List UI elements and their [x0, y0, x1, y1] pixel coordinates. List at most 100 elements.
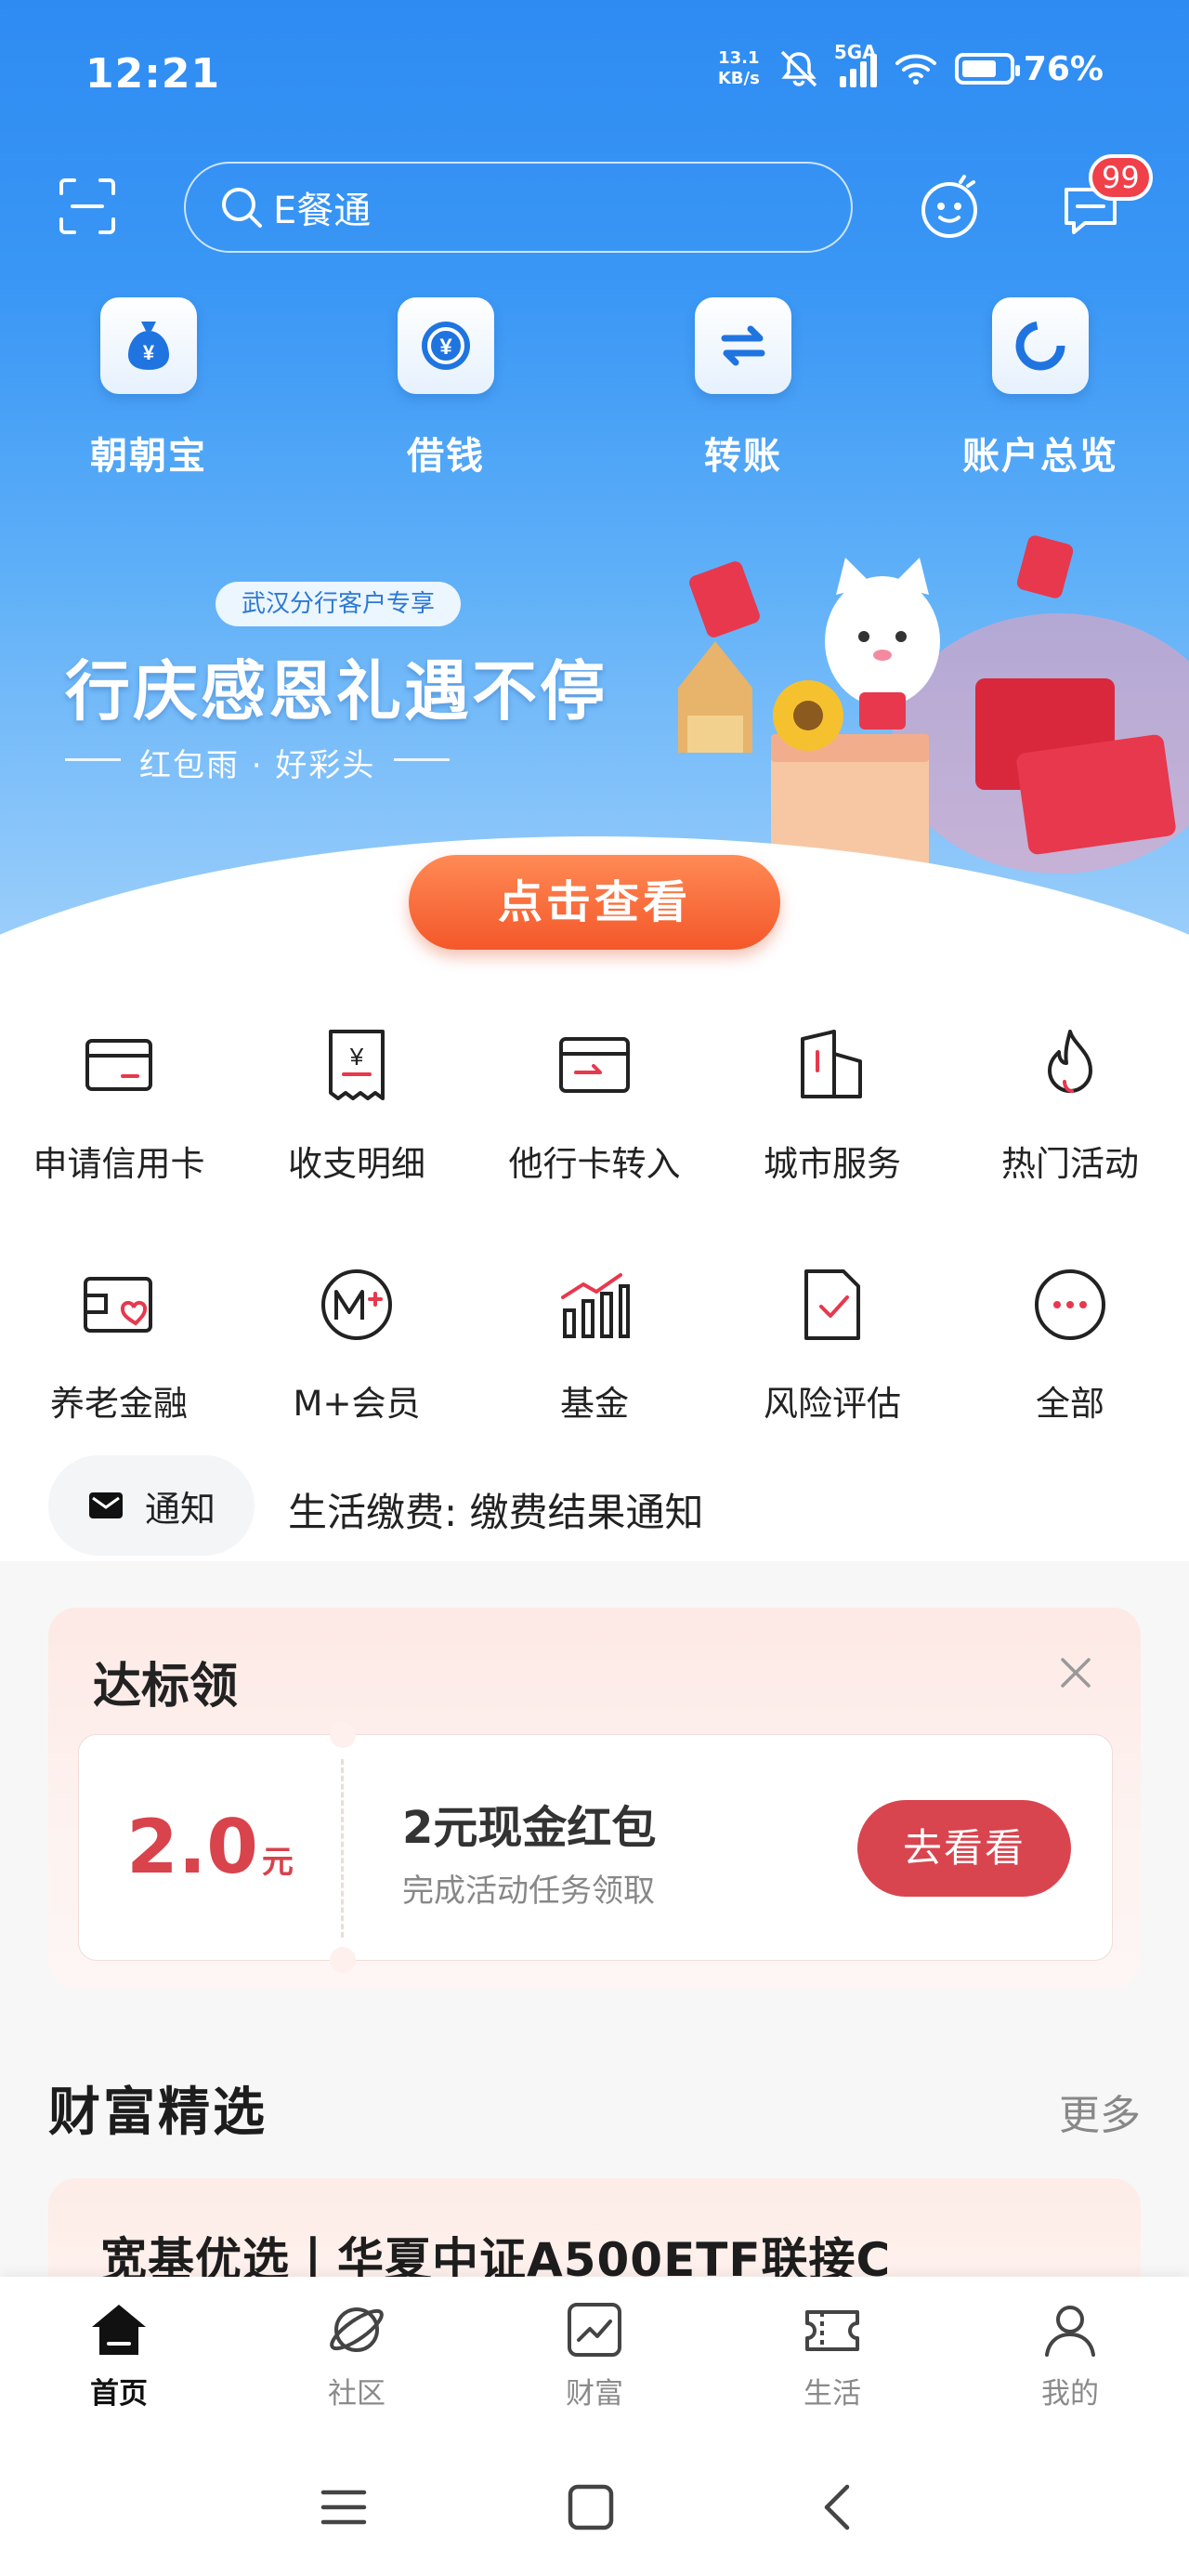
nav-item-mine[interactable]: 我的	[951, 2299, 1189, 2412]
quick-entry-label: 转账	[704, 435, 782, 478]
coupon-amount-value: 2.0	[126, 1804, 258, 1890]
feature-hot-activities[interactable]: 热门活动	[951, 1026, 1189, 1186]
status-icons: 13.1 KB/s 5GA 76%	[718, 41, 1104, 89]
checklist-icon	[804, 1269, 860, 1340]
quick-entry-zhaozhaobao[interactable]: ¥ 朝朝宝	[37, 297, 260, 480]
notice-text[interactable]: 生活缴费: 缴费结果通知	[288, 1481, 704, 1538]
quick-entry-label: 朝朝宝	[90, 435, 207, 478]
feature-label: 热门活动	[1001, 1144, 1139, 1184]
promo-view-button[interactable]: 点击查看	[409, 855, 780, 950]
home-icon	[92, 2305, 146, 2355]
scan-icon[interactable]	[58, 177, 117, 236]
feature-label: M+会员	[293, 1384, 421, 1424]
network-speed-value: 13.1	[718, 48, 760, 68]
pension-card-icon	[84, 1277, 152, 1333]
nav-label: 财富	[566, 2377, 623, 2411]
credit-card-icon	[85, 1039, 152, 1091]
promo-title[interactable]: 行庆感恩礼遇不停	[65, 639, 608, 733]
coupon-view-button[interactable]: 去看看	[857, 1800, 1071, 1897]
wealth-more-link[interactable]: 更多	[1059, 2082, 1141, 2141]
feature-label: 收支明细	[288, 1144, 425, 1184]
back-icon[interactable]	[810, 2479, 866, 2535]
pie-ring-icon	[1015, 321, 1065, 371]
feature-income-expense[interactable]: ¥ 收支明细	[238, 1026, 476, 1186]
quick-entry-borrow[interactable]: ¥ 借钱	[334, 297, 557, 480]
mute-bell-icon	[780, 50, 817, 87]
search-icon	[222, 188, 262, 228]
nav-label: 首页	[90, 2377, 148, 2411]
coupon-amount: 2.0 元	[79, 1804, 341, 1890]
feature-city-services[interactable]: 城市服务	[713, 1026, 951, 1186]
feature-other-bank-transfer-in[interactable]: 他行卡转入	[476, 1026, 713, 1186]
status-bar: 12:21 13.1 KB/s 5GA 76%	[0, 0, 1189, 149]
bottom-nav: 首页 社区 财富 生活 我的	[0, 2277, 1189, 2433]
nav-label: 我的	[1041, 2377, 1099, 2411]
envelope-icon	[88, 1492, 123, 1518]
feature-label: 风险评估	[764, 1384, 901, 1424]
network-speed-unit: KB/s	[717, 69, 760, 88]
feature-fund[interactable]: 基金	[476, 1266, 713, 1426]
battery-indicator: 76%	[954, 50, 1104, 88]
svg-text:¥: ¥	[143, 341, 155, 364]
wealth-title: 财富精选	[48, 2083, 268, 2143]
reward-card: 达标领 2.0 元 2元现金红包 完成活动任务领取 去看看	[48, 1608, 1141, 1989]
quick-entry-transfer[interactable]: 转账	[632, 297, 855, 480]
assistant-icon[interactable]	[916, 175, 983, 242]
feature-label: 申请信用卡	[33, 1144, 205, 1184]
notice-bar[interactable]: 通知 生活缴费: 缴费结果通知	[0, 1450, 1189, 1561]
notice-label: 通知	[144, 1488, 216, 1530]
feature-label: 基金	[560, 1384, 629, 1424]
transfer-arrows-icon	[721, 325, 765, 366]
bar-chart-icon	[561, 1273, 630, 1338]
money-bag-icon: ¥	[128, 322, 169, 370]
network-speed: 13.1 KB/s	[718, 48, 760, 89]
nav-item-wealth[interactable]: 财富	[476, 2299, 713, 2412]
feature-apply-credit-card[interactable]: 申请信用卡	[0, 1026, 238, 1186]
notice-pill: 通知	[48, 1455, 255, 1556]
nav-label: 生活	[804, 2377, 861, 2411]
reward-title: 达标领	[93, 1659, 239, 1715]
wealth-section-header: 财富精选 更多	[0, 2044, 1189, 2156]
status-time: 12:21	[85, 50, 221, 98]
network-type: 5GA	[833, 41, 877, 63]
svg-text:¥: ¥	[349, 1043, 364, 1071]
message-badge: 99	[1089, 154, 1153, 201]
card-transfer-icon	[559, 1037, 630, 1093]
menu-icon[interactable]	[316, 2479, 372, 2535]
quick-entry-label: 账户总览	[962, 435, 1118, 478]
more-dots-icon	[1035, 1269, 1105, 1340]
nav-item-community[interactable]: 社区	[238, 2299, 476, 2412]
coupon-amount-unit: 元	[261, 1844, 294, 1881]
coupon-description: 完成活动任务领取	[402, 1873, 655, 1910]
close-icon[interactable]	[1055, 1652, 1096, 1693]
feature-risk-assessment[interactable]: 风险评估	[713, 1266, 951, 1426]
nav-item-home[interactable]: 首页	[0, 2299, 238, 2412]
battery-icon	[954, 53, 1020, 85]
coupon-name: 2元现金红包	[402, 1802, 657, 1854]
quick-entries: ¥ 朝朝宝 ¥ 借钱 转账 账户总览	[0, 297, 1189, 493]
search-input[interactable]: E餐通	[184, 162, 853, 253]
promo-illustration[interactable]	[669, 502, 1189, 892]
promo-subtitle: 红包雨 · 好彩头	[64, 740, 451, 785]
home-square-icon[interactable]	[563, 2479, 619, 2535]
nav-item-life[interactable]: 生活	[713, 2299, 951, 2412]
hero-banner: 12:21 13.1 KB/s 5GA 76% E餐通 99 ¥ 朝朝宝 ¥ 借…	[0, 0, 1189, 966]
receipt-icon: ¥	[329, 1030, 385, 1100]
wifi-icon	[895, 54, 936, 85]
trend-chart-icon	[568, 2303, 621, 2357]
quick-entry-account-overview[interactable]: 账户总览	[929, 297, 1152, 480]
coupon[interactable]: 2.0 元 2元现金红包 完成活动任务领取 去看看	[78, 1722, 1113, 1973]
ticket-icon	[805, 2310, 859, 2351]
m-plus-icon	[321, 1269, 392, 1340]
feature-m-plus-member[interactable]: M+会员	[238, 1266, 476, 1426]
city-building-icon	[801, 1030, 862, 1098]
signal-icon: 5GA	[834, 41, 877, 87]
feature-pension-finance[interactable]: 养老金融	[0, 1266, 238, 1426]
feature-label: 他行卡转入	[508, 1144, 681, 1184]
planet-icon	[330, 2307, 384, 2352]
profile-icon	[1045, 2306, 1095, 2357]
feature-label: 养老金融	[50, 1384, 188, 1424]
feature-all[interactable]: 全部	[951, 1266, 1189, 1426]
system-nav-bar	[0, 2433, 1189, 2576]
search-placeholder: E餐通	[273, 190, 372, 232]
